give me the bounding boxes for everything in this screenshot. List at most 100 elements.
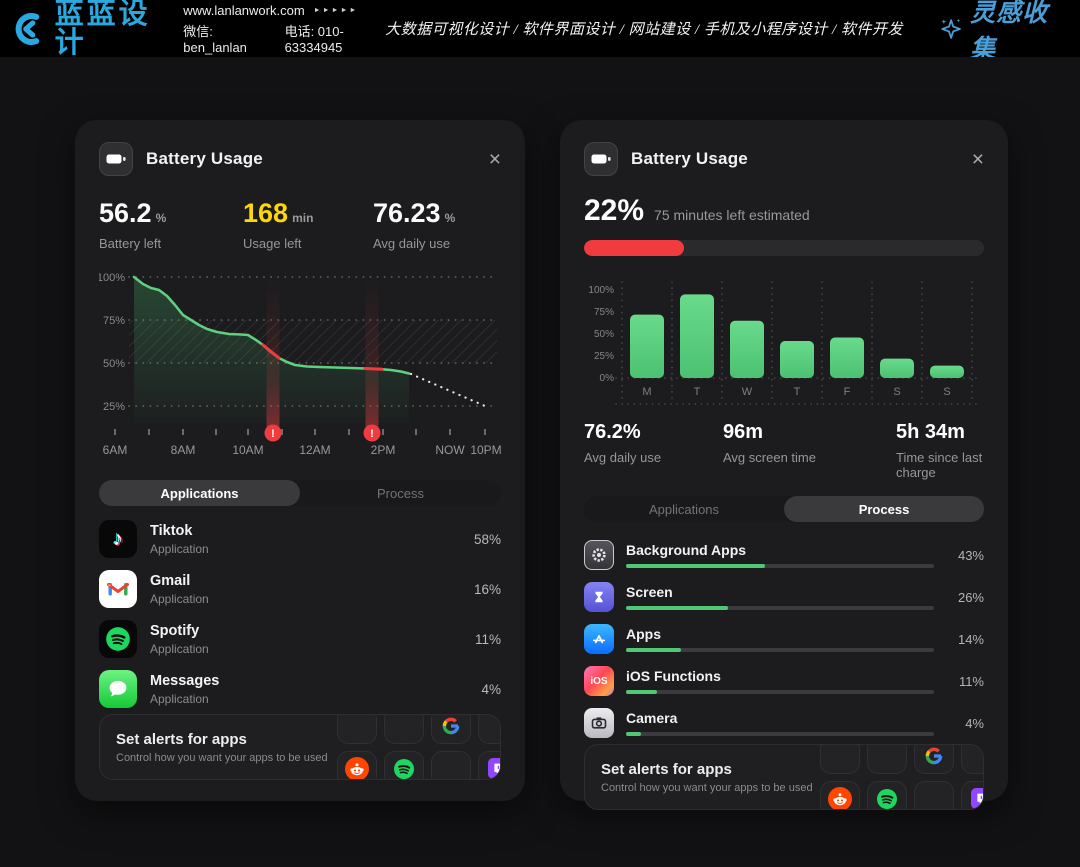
empty-tile[interactable]	[478, 714, 501, 744]
battery-summary: 22% 75 minutes left estimated	[584, 194, 984, 228]
list-item-gmail[interactable]: Gmail Application 16%	[99, 564, 501, 614]
reddit-tile[interactable]	[820, 781, 860, 811]
tab-process[interactable]: Process	[300, 480, 501, 506]
stat-value: 76.23	[373, 198, 441, 228]
spotify-icon	[99, 620, 137, 658]
twitch-icon	[971, 788, 985, 809]
brand-name: 蓝蓝设计	[55, 0, 166, 58]
google-tile[interactable]	[914, 744, 954, 774]
list-item-screen[interactable]: Screen 26%	[584, 576, 984, 618]
google-icon	[924, 746, 944, 766]
set-alerts-panel[interactable]: Set alerts for apps Control how you want…	[584, 744, 984, 810]
card-header: Battery Usage ×	[99, 142, 501, 176]
app-type: Application	[150, 542, 209, 556]
twitch-tile[interactable]	[478, 751, 501, 781]
process-progress-fill	[626, 648, 681, 652]
camera-icon	[584, 708, 614, 738]
reddit-icon	[828, 787, 852, 811]
svg-text:10AM: 10AM	[232, 443, 263, 457]
svg-text:25%: 25%	[594, 351, 614, 362]
set-alerts-subtitle: Control how you want your apps to be use…	[116, 752, 329, 764]
process-percent: 14%	[946, 632, 984, 647]
empty-tile[interactable]	[431, 751, 471, 781]
process-name: iOS Functions	[626, 668, 934, 684]
canvas: Battery Usage × 56.2% Battery left 168 mi…	[0, 57, 1080, 867]
svg-text:25%: 25%	[103, 401, 125, 413]
close-icon[interactable]: ×	[489, 149, 501, 170]
stat-value: 76.2%	[584, 421, 723, 444]
arrows-decor: ►►►►►	[314, 7, 359, 14]
ios-icon: iOS	[584, 666, 614, 696]
battery-progress-bar	[584, 240, 984, 256]
svg-text:W: W	[742, 386, 753, 398]
empty-tile[interactable]	[961, 744, 984, 774]
card-title: Battery Usage	[146, 149, 263, 169]
brand-logo[interactable]: 蓝蓝设计	[12, 0, 165, 58]
list-item-background-apps[interactable]: Background Apps 43%	[584, 534, 984, 576]
svg-text:NOW: NOW	[435, 443, 465, 457]
tab-applications[interactable]: Applications	[584, 496, 784, 522]
list-item-tiktok[interactable]: ♪ Tiktok Application 58%	[99, 514, 501, 564]
svg-text:!: !	[370, 428, 374, 440]
battery-icon	[99, 142, 133, 176]
app-name: Spotify	[150, 623, 209, 639]
list-item-spotify[interactable]: Spotify Application 11%	[99, 614, 501, 664]
app-percent: 11%	[475, 632, 501, 647]
svg-text:0%: 0%	[600, 373, 615, 384]
app-tile-grid	[820, 744, 984, 810]
list-item-apps[interactable]: Apps 14%	[584, 618, 984, 660]
list-item-camera[interactable]: Camera 4%	[584, 702, 984, 744]
app-percent: 16%	[474, 582, 501, 597]
list-item-messages[interactable]: Messages Application 4%	[99, 664, 501, 714]
empty-tile[interactable]	[820, 744, 860, 774]
card-header: Battery Usage ×	[584, 142, 984, 176]
empty-tile[interactable]	[337, 714, 377, 744]
svg-text:50%: 50%	[594, 329, 614, 340]
stat-label: Avg daily use	[584, 450, 723, 465]
spotify-tile[interactable]	[867, 781, 907, 811]
stat-battery-left: 56.2% Battery left	[99, 198, 243, 251]
app-type: Application	[150, 692, 219, 706]
stat-time-since-charge: 5h 34m Time since last charge	[896, 421, 984, 480]
empty-tile[interactable]	[914, 781, 954, 811]
tab-applications[interactable]: Applications	[99, 480, 300, 506]
app-percent: 4%	[481, 682, 501, 697]
svg-text:75%: 75%	[103, 315, 125, 327]
process-name: Screen	[626, 584, 934, 600]
weekly-usage-bar-chart: 100% 75% 50% 25% 0% M T W T F S S	[584, 274, 984, 413]
battery-line-chart: 100% 75% 50% 25% ! !	[99, 263, 501, 468]
set-alerts-title: Set alerts for apps	[116, 731, 329, 748]
tab-process[interactable]: Process	[784, 496, 984, 522]
website-link[interactable]: www.lanlanwork.com	[183, 3, 304, 18]
stat-label: Time since last charge	[896, 450, 984, 480]
svg-text:10PM: 10PM	[470, 443, 501, 457]
process-percent: 11%	[946, 674, 984, 689]
set-alerts-panel[interactable]: Set alerts for apps Control how you want…	[99, 714, 501, 780]
spotify-tile[interactable]	[384, 751, 424, 781]
app-store-icon	[584, 624, 614, 654]
empty-tile[interactable]	[384, 714, 424, 744]
stat-label: Usage left	[243, 236, 373, 251]
services-list: 大数据可视化设计 / 软件界面设计 / 网站建设 / 手机及小程序设计 / 软件…	[385, 18, 903, 39]
google-tile[interactable]	[431, 714, 471, 744]
close-icon[interactable]: ×	[972, 149, 984, 170]
battery-percent: 22%	[584, 194, 644, 228]
svg-text:12AM: 12AM	[299, 443, 330, 457]
empty-tile[interactable]	[867, 744, 907, 774]
reddit-tile[interactable]	[337, 751, 377, 781]
process-name: Background Apps	[626, 542, 934, 558]
stat-avg-daily-use: 76.23% Avg daily use	[373, 198, 501, 251]
inspiration-collect[interactable]: 灵感收集	[939, 0, 1060, 65]
twitch-icon	[488, 758, 502, 779]
svg-text:S: S	[943, 386, 950, 398]
twitch-tile[interactable]	[961, 781, 984, 811]
process-usage-list: Background Apps 43% Screen 26%	[584, 534, 984, 744]
app-tile-grid	[337, 714, 501, 780]
stat-unit: min	[292, 211, 313, 225]
google-icon	[441, 716, 461, 736]
list-item-ios-functions[interactable]: iOS iOS Functions 11%	[584, 660, 984, 702]
svg-text:2PM: 2PM	[371, 443, 396, 457]
messages-icon	[99, 670, 137, 708]
stat-value: 168	[243, 198, 288, 228]
process-percent: 26%	[946, 590, 984, 605]
